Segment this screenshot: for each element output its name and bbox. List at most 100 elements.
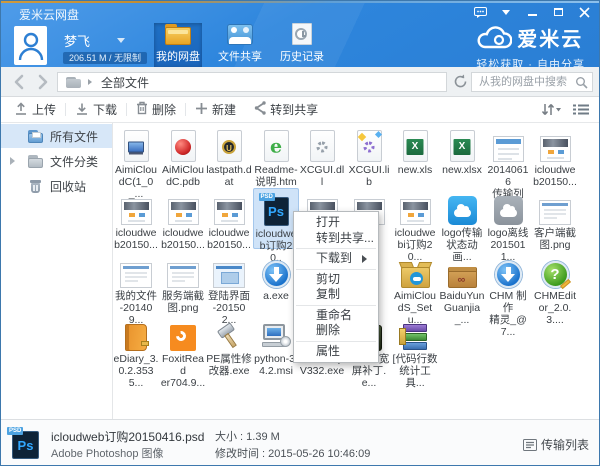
search-input[interactable]: [477, 74, 572, 90]
new-button[interactable]: 新建: [186, 98, 245, 122]
file-item[interactable]: [代码行数统计工具...: [392, 314, 438, 375]
menu-item-label: 复制: [316, 287, 340, 301]
breadcrumb-separator-icon: [88, 79, 95, 85]
file-item[interactable]: 20140616传输列表...: [485, 125, 531, 186]
forward-button[interactable]: [33, 73, 51, 91]
file-item[interactable]: 登陆界面-201502...: [206, 251, 252, 312]
minimize-button[interactable]: [525, 6, 539, 18]
username[interactable]: 梦飞: [64, 31, 90, 50]
sort-order-button[interactable]: [541, 102, 561, 122]
maximize-button[interactable]: [551, 6, 565, 18]
file-item[interactable]: eReadme-说明.htm: [253, 125, 299, 186]
menu-separator: [296, 305, 376, 306]
menu-separator: [296, 269, 376, 270]
expand-arrow-icon[interactable]: [10, 157, 19, 165]
file-icon: [206, 188, 252, 225]
file-label: icloudweb20150...: [532, 164, 578, 188]
menu-item-delete[interactable]: 删除: [294, 323, 378, 339]
download-button[interactable]: 下载: [66, 98, 126, 122]
file-item[interactable]: 我的文件-201409...: [113, 251, 159, 312]
sidebar-item-all-files[interactable]: 所有文件: [1, 124, 112, 148]
list-view-button[interactable]: [573, 103, 589, 121]
sidebar-item-recycle-bin[interactable]: 回收站: [1, 174, 112, 198]
menu-item-label: 删除: [316, 323, 340, 337]
user-menu-caret-icon[interactable]: [117, 38, 125, 47]
person-icon: [18, 31, 44, 61]
file-share-icon: [226, 23, 254, 45]
file-icon: [113, 251, 159, 288]
file-label: CHM 制作精灵_@7...: [485, 290, 531, 338]
refresh-button[interactable]: [453, 74, 468, 94]
tab-file-share[interactable]: 文件共享: [216, 23, 264, 67]
skin-menu-icon[interactable]: [499, 6, 513, 18]
share-button[interactable]: 转到共享: [245, 98, 327, 122]
file-label: CHMEditor_2.0.3....: [532, 290, 578, 326]
tab-history[interactable]: 历史记录: [278, 23, 326, 67]
menu-item-copy[interactable]: 复制: [294, 287, 378, 303]
file-item[interactable]: icloudweb20150...: [206, 188, 252, 249]
file-icon: [392, 314, 438, 351]
file-icon: [299, 125, 345, 162]
file-item[interactable]: CHM 制作精灵_@7...: [485, 251, 531, 312]
file-icon: [485, 188, 531, 225]
file-icon: ?: [532, 251, 578, 288]
avatar[interactable]: [14, 26, 47, 65]
selected-file-modified: 修改时间 : 2015-05-26 10:46:09: [215, 445, 370, 461]
file-item[interactable]: icloudweb20150...: [160, 188, 206, 249]
file-item[interactable]: logo传输状态动画...: [439, 188, 485, 249]
sidebar-item-label: 所有文件: [50, 128, 98, 145]
file-item[interactable]: ?CHMEditor_2.0.3....: [532, 251, 578, 312]
tab-label: 我的网盘: [156, 48, 200, 64]
file-label: BaiduYunGuanjia_...: [439, 290, 485, 326]
file-icon: [392, 188, 438, 225]
file-item[interactable]: AiMiCloudC.pdb: [160, 125, 206, 186]
selected-file-type: Adobe Photoshop 图像: [51, 445, 164, 461]
file-item[interactable]: Ulastpath.dat: [206, 125, 252, 186]
menu-separator: [296, 248, 376, 249]
file-item[interactable]: Xnew.xls: [392, 125, 438, 186]
delete-button[interactable]: 删除: [127, 98, 185, 122]
file-item[interactable]: icloudwebi订购20...: [392, 188, 438, 249]
file-item[interactable]: PE属性修改器.exe: [206, 314, 252, 375]
file-item[interactable]: FoxitReader704.9...: [160, 314, 206, 375]
sidebar-item-label: 回收站: [50, 178, 86, 195]
breadcrumb-root[interactable]: 全部文件: [101, 74, 149, 91]
menu-item-cut[interactable]: 剪切: [294, 272, 378, 288]
file-item[interactable]: AimiCloudC(1_0_...: [113, 125, 159, 186]
tab-my-drive[interactable]: 我的网盘: [154, 23, 202, 67]
trash-icon: [27, 179, 44, 193]
file-item[interactable]: ∞BaiduYunGuanjia_...: [439, 251, 485, 312]
file-item[interactable]: logo离线2015011...: [485, 188, 531, 249]
upload-button[interactable]: 上传: [5, 98, 65, 122]
file-item[interactable]: Xnew.xlsx: [439, 125, 485, 186]
sidebar-item-file-category[interactable]: 文件分类: [1, 149, 112, 173]
transfer-list-button[interactable]: 传输列表: [523, 436, 589, 453]
file-item[interactable]: eDiary_3.0.2.3535...: [113, 314, 159, 375]
menu-item-download-to[interactable]: 下载到: [294, 251, 378, 267]
file-item[interactable]: AimiCloudS_Setu...: [392, 251, 438, 312]
menu-item-goto-share[interactable]: 转到共享...: [294, 231, 378, 247]
transfer-list-label: 传输列表: [541, 436, 589, 453]
feedback-icon[interactable]: [473, 6, 487, 18]
back-button[interactable]: [11, 73, 29, 91]
file-item[interactable]: 服务端截图.png: [160, 251, 206, 312]
file-icon: X: [439, 125, 485, 162]
selected-file-icon: PSDPs: [12, 427, 39, 459]
breadcrumb[interactable]: 全部文件: [57, 72, 447, 92]
file-item[interactable]: icloudweb20150...: [532, 125, 578, 186]
file-item[interactable]: icloudweb20150...: [113, 188, 159, 249]
file-label: XCGUI.lib: [346, 164, 392, 188]
file-label: PE属性修改器.exe: [206, 353, 252, 377]
menu-item-open[interactable]: 打开: [294, 215, 378, 231]
file-item[interactable]: XCGUI.dll: [299, 125, 345, 186]
file-icon: [532, 188, 578, 225]
search-icon[interactable]: [575, 76, 588, 94]
menu-item-label: 转到共享...: [316, 231, 374, 245]
file-label: new.xls: [392, 164, 438, 176]
file-item[interactable]: 客户端截图.png: [532, 188, 578, 249]
menu-item-rename[interactable]: 重命名: [294, 308, 378, 324]
close-button[interactable]: [577, 6, 591, 18]
menu-item-properties[interactable]: 属性: [294, 344, 378, 360]
file-item[interactable]: XCGUI.lib: [346, 125, 392, 186]
sidebar: 所有文件文件分类回收站: [1, 123, 113, 419]
